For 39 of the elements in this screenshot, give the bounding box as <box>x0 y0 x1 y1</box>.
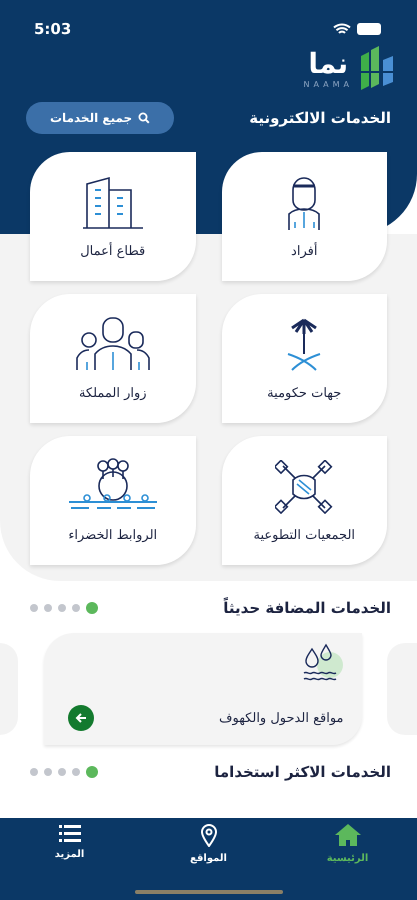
all-services-button[interactable]: جميع الخدمات <box>26 102 174 134</box>
page-dot[interactable] <box>30 768 38 776</box>
tab[interactable]: المزيد <box>24 822 114 865</box>
arrow-left-icon <box>74 712 86 724</box>
tab[interactable]: المواقع <box>164 822 254 865</box>
category-card[interactable]: زوار المملكة <box>30 294 196 423</box>
battery-icon <box>357 23 383 35</box>
page-dot[interactable] <box>58 604 66 612</box>
category-card[interactable]: الجمعيات التطوعية <box>222 436 387 565</box>
section-title: الخدمات المضافة حديثاً <box>223 599 391 617</box>
page-dot[interactable] <box>30 604 38 612</box>
page-dot[interactable] <box>86 602 98 614</box>
category-card[interactable]: الروابط الخضراء <box>30 436 196 565</box>
category-card[interactable]: جهات حكومية <box>222 294 387 423</box>
wifi-icon <box>333 22 351 36</box>
logo-wordmark: نما <box>308 49 348 80</box>
page-dot[interactable] <box>44 604 52 612</box>
home-icon <box>334 823 362 847</box>
category-card[interactable]: أفراد <box>222 152 387 281</box>
tab[interactable]: الرئيسية <box>302 822 392 865</box>
page-dot[interactable] <box>72 604 80 612</box>
building-icon <box>80 176 145 230</box>
menu-icon <box>58 823 80 843</box>
service-card[interactable]: مواقع الدحول والكهوف <box>44 633 362 745</box>
page-dot[interactable] <box>58 768 66 776</box>
people-icon <box>74 316 151 372</box>
page-dot[interactable] <box>86 766 98 778</box>
logo-subtitle: NAAMA <box>303 80 353 89</box>
section-title: الخدمات الاكثر استخداما <box>214 763 391 781</box>
section-title: الخدمات الالكترونية <box>249 109 391 127</box>
location-pin-icon <box>200 823 218 847</box>
search-icon <box>138 112 150 124</box>
arrow-button[interactable] <box>68 705 94 731</box>
page-dot[interactable] <box>72 768 80 776</box>
hands-icon <box>275 460 334 514</box>
page-dot[interactable] <box>44 768 52 776</box>
service-title: مواقع الدحول والكهوف <box>219 710 344 726</box>
category-card[interactable]: قطاع أعمال <box>30 152 196 281</box>
status-time: 5:03 <box>34 20 72 38</box>
